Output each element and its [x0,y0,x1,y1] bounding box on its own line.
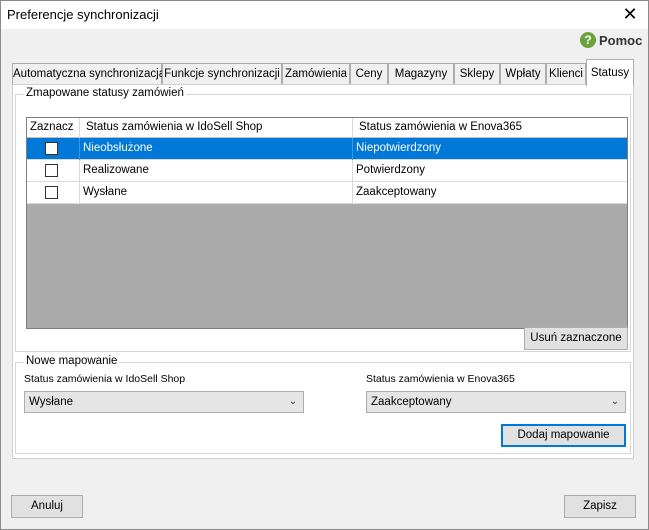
tab-zamowienia[interactable]: Zamówienia [282,63,350,85]
new-mapping-group: Nowe mapowanie Status zamówienia w IdoSe… [15,355,631,454]
enova-status-select[interactable]: Zaakceptowany ⌄ [366,391,626,413]
add-mapping-button[interactable]: Dodaj mapowanie [501,424,626,447]
help-button[interactable]: ? Pomoc [580,31,642,49]
enova-status-label: Status zamówienia w Enova365 [366,373,515,385]
column-header-idosell[interactable]: Status zamówienia w IdoSell Shop [80,118,353,138]
row-checkbox[interactable] [45,186,58,199]
row-checkbox[interactable] [45,142,58,155]
chevron-down-icon: ⌄ [288,396,298,407]
idosell-status-cell[interactable]: Wysłane [80,182,353,204]
idosell-status-select[interactable]: Wysłane ⌄ [24,391,304,413]
enova-status-cell[interactable]: Zaakceptowany [353,182,627,204]
chevron-down-icon: ⌄ [610,396,620,407]
table-row[interactable]: Realizowane Potwierdzony [27,160,627,182]
idosell-status-cell[interactable]: Nieobsłużone [80,138,353,160]
tab-funkcje-synchronizacji[interactable]: Funkcje synchronizacji [162,63,282,85]
mapped-statuses-legend: Zmapowane statusy zamówień [24,87,186,99]
save-button[interactable]: Zapisz [564,495,636,518]
delete-selected-button[interactable]: Usuń zaznaczone [524,327,628,350]
idosell-status-value: Wysłane [29,396,73,408]
cancel-button[interactable]: Anuluj [11,495,83,518]
table-row[interactable]: Nieobsłużone Niepotwierdzony [27,138,627,160]
tab-sklepy[interactable]: Sklepy [454,63,500,85]
tab-statusy[interactable]: Statusy [586,59,634,86]
help-label: Pomoc [599,32,643,48]
grid-header: Zaznacz Status zamówienia w IdoSell Shop… [27,118,627,138]
enova-status-cell[interactable]: Niepotwierdzony [353,138,627,160]
idosell-status-cell[interactable]: Realizowane [80,160,353,182]
select-cell [27,138,80,160]
tab-automatyczna-synchronizacja[interactable]: Automatyczna synchronizacja [12,63,165,85]
new-mapping-legend: Nowe mapowanie [24,355,120,367]
row-checkbox[interactable] [45,164,58,177]
mapped-statuses-grid[interactable]: Zaznacz Status zamówienia w IdoSell Shop… [26,117,628,329]
select-cell [27,182,80,204]
table-row[interactable]: Wysłane Zaakceptowany [27,182,627,204]
enova-status-value: Zaakceptowany [371,396,452,408]
window-title: Preferencje synchronizacji [7,7,159,22]
statusy-tab-panel: Zmapowane statusy zamówień Zaznacz Statu… [12,84,634,459]
tab-klienci[interactable]: Klienci [546,63,586,85]
tab-magazyny[interactable]: Magazyny [388,63,454,85]
mapped-statuses-group: Zmapowane statusy zamówień Zaznacz Statu… [15,87,631,352]
tab-ceny[interactable]: Ceny [350,63,388,85]
column-header-select[interactable]: Zaznacz [27,118,80,138]
title-bar: Preferencje synchronizacji ✕ [1,1,648,29]
idosell-status-label: Status zamówienia w IdoSell Shop [24,373,186,385]
preferences-window: Preferencje synchronizacji ✕ ? Pomoc Aut… [0,0,649,530]
enova-status-cell[interactable]: Potwierdzony [353,160,627,182]
select-cell [27,160,80,182]
close-icon[interactable]: ✕ [620,4,640,24]
column-header-enova[interactable]: Status zamówienia w Enova365 [353,118,627,138]
question-icon: ? [580,32,596,48]
tab-wplaty[interactable]: Wpłaty [500,63,546,85]
